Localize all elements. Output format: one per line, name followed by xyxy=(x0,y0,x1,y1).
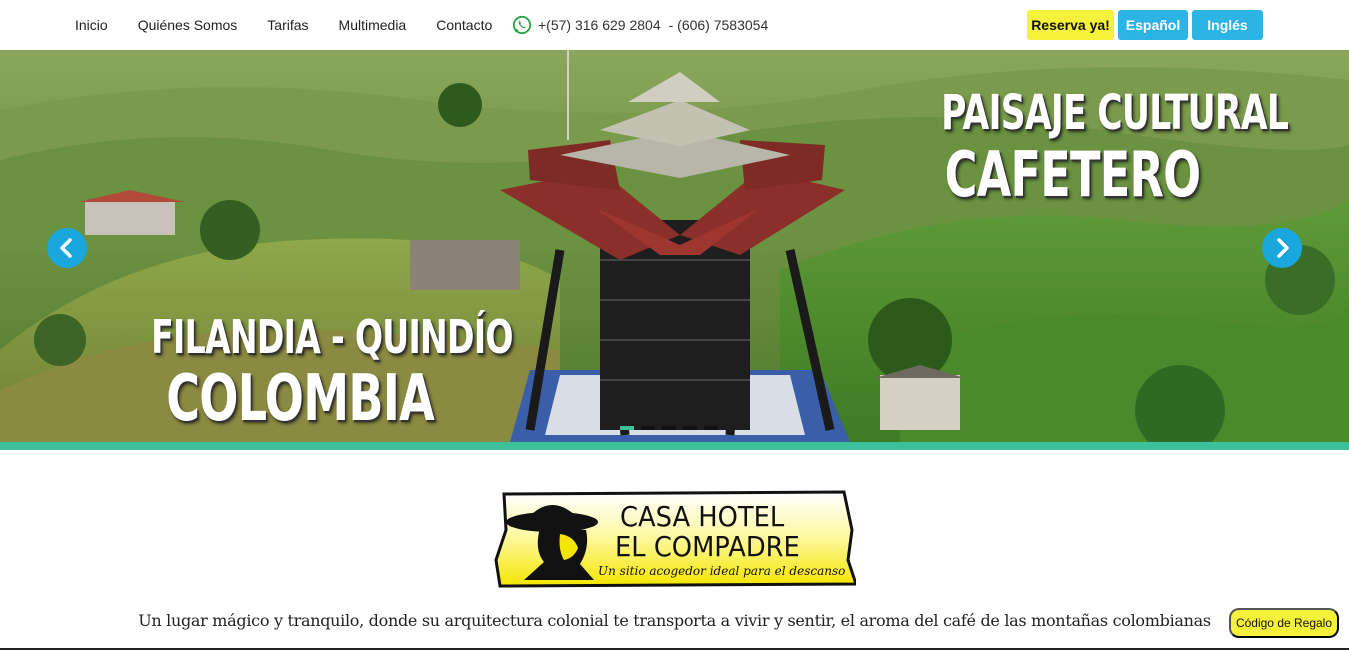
gift-code-button[interactable]: Código de Regalo xyxy=(1229,608,1339,638)
hero-headline-left-line2: COLOMBIA xyxy=(166,362,435,436)
nav-contacto[interactable]: Contacto xyxy=(436,17,492,33)
nav-tarifas[interactable]: Tarifas xyxy=(267,17,308,33)
phone-secondary: - (606) 7583054 xyxy=(668,17,769,33)
logo-tagline: Un sitio acogedor ideal para el descanso xyxy=(598,564,846,578)
phone-contact[interactable]: +(57) 316 629 2804 - (606) 7583054 xyxy=(512,14,772,36)
slider-dot-5[interactable] xyxy=(704,426,718,430)
slider-dot-3[interactable] xyxy=(662,426,676,430)
phone-primary: +(57) 316 629 2804 xyxy=(538,17,661,33)
hero-headline-right-line1: PAISAJE CULTURAL xyxy=(941,85,1289,141)
nav-multimedia[interactable]: Multimedia xyxy=(339,17,407,33)
slider-dot-4[interactable] xyxy=(683,426,697,430)
hero-slider: PAISAJE CULTURAL CAFETERO FILANDIA - QUI… xyxy=(0,50,1349,442)
hero-headline-right-line2: CAFETERO xyxy=(944,138,1202,211)
slider-next-button[interactable] xyxy=(1262,228,1302,268)
reserva-button[interactable]: Reserva ya! xyxy=(1027,10,1114,40)
chevron-left-icon xyxy=(60,238,72,258)
english-language-button[interactable]: Inglés xyxy=(1192,10,1263,40)
slider-indicators xyxy=(620,426,725,430)
logo-title-line1: CASA HOTEL xyxy=(620,500,785,533)
nav-inicio[interactable]: Inicio xyxy=(75,17,108,33)
chevron-right-icon xyxy=(1277,238,1289,258)
whatsapp-icon xyxy=(512,15,532,35)
spanish-language-button[interactable]: Español xyxy=(1118,10,1188,40)
slider-dot-1[interactable] xyxy=(620,426,634,430)
slider-dot-2[interactable] xyxy=(641,426,655,430)
hero-headline-left-line1: FILANDIA - QUINDÍO xyxy=(151,310,513,364)
section-divider xyxy=(0,442,1349,450)
nav-quienes-somos[interactable]: Quiénes Somos xyxy=(138,17,238,33)
hotel-slogan: Un lugar mágico y tranquilo, donde su ar… xyxy=(138,611,1211,630)
main-menu: Inicio Quiénes Somos Tarifas Multimedia … xyxy=(75,0,522,50)
hotel-logo[interactable]: CASA HOTEL EL COMPADRE Un sitio acogedor… xyxy=(494,490,856,588)
slider-prev-button[interactable] xyxy=(47,228,87,268)
top-navigation: Inicio Quiénes Somos Tarifas Multimedia … xyxy=(0,0,1349,50)
logo-title-line2: EL COMPADRE xyxy=(615,530,800,563)
